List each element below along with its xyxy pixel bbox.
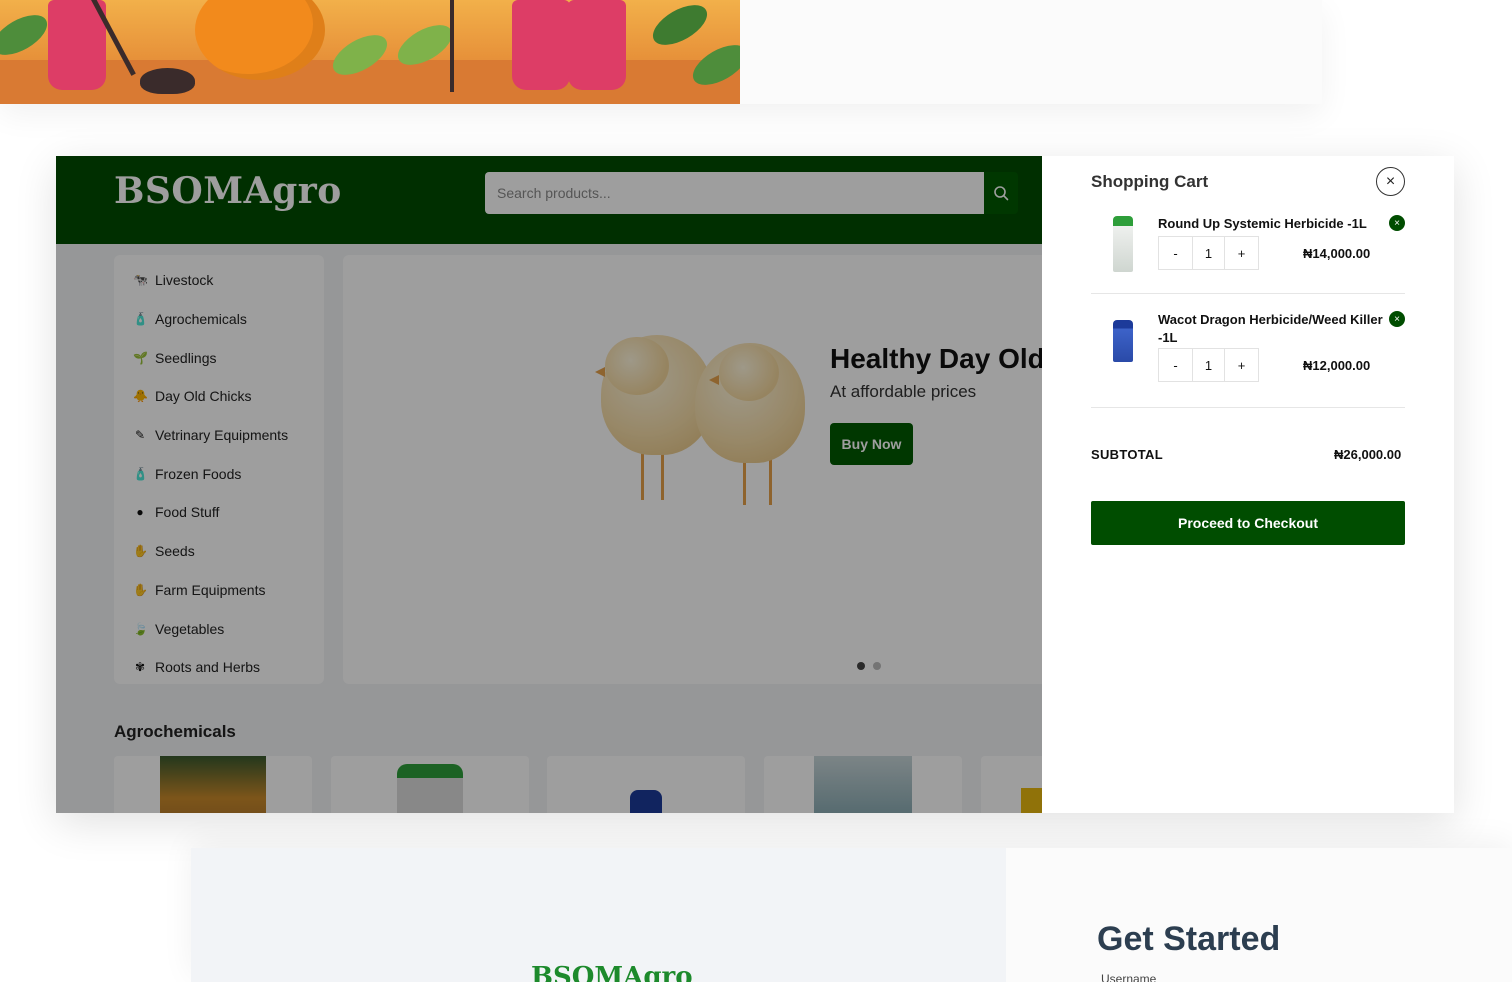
seed-hand-icon: ✋ [133, 544, 148, 559]
product-card[interactable] [114, 756, 312, 813]
sidebar-item-agrochemicals[interactable]: 🧴 Agrochemicals [114, 300, 324, 339]
product-image [160, 756, 266, 813]
close-icon: × [1394, 313, 1400, 325]
quantity-stepper: - 1 + [1158, 348, 1259, 382]
bottle-icon: 🧴 [133, 466, 148, 481]
quantity-value[interactable]: 1 [1192, 237, 1225, 269]
hero-subtitle: At affordable prices [830, 382, 977, 401]
quantity-value[interactable]: 1 [1192, 349, 1225, 381]
search-input[interactable] [485, 172, 984, 214]
sidebar-item-label: Vetrinary Equipments [155, 427, 289, 444]
sidebar-item-farm-equipments[interactable]: ✋ Farm Equipments [114, 571, 324, 610]
remove-item-button[interactable]: × [1389, 215, 1405, 231]
sidebar-item-seeds[interactable]: ✋ Seeds [114, 532, 324, 571]
sidebar-item-livestock[interactable]: 🐄 Livestock [114, 261, 324, 300]
increase-quantity-button[interactable]: + [1225, 237, 1258, 269]
sidebar-item-vetrinary-equipments[interactable]: ✎ Vetrinary Equipments [114, 416, 324, 455]
sidebar-item-day-old-chicks[interactable]: 🐥 Day Old Chicks [114, 377, 324, 416]
cart-item-price: ₦12,000.00 [1303, 358, 1371, 373]
close-icon: × [1385, 172, 1396, 190]
leaf-icon: 🍃 [133, 621, 148, 636]
livestock-icon: 🐄 [133, 273, 148, 288]
subtotal-label: SUBTOTAL [1091, 447, 1163, 462]
category-sidebar: 🐄 Livestock 🧴 Agrochemicals 🌱 Seedlings 🐥 Da… [114, 255, 324, 684]
sidebar-item-label: Frozen Foods [155, 465, 242, 482]
seed-hand-icon: ✋ [133, 582, 148, 597]
product-thumbnail [1113, 216, 1133, 272]
cart-item-name[interactable]: Round Up Systemic Herbicide -1L [1158, 215, 1383, 233]
seedling-icon: 🌱 [133, 350, 148, 365]
storefront-preview-card: BSOMAgro 🐄 Livestock 🧴 Agrochemicals 🌱 Seed… [56, 156, 1454, 813]
search-button[interactable] [984, 172, 1018, 214]
checkout-button[interactable]: Proceed to Checkout [1091, 501, 1405, 545]
product-thumbnail [1113, 320, 1133, 362]
sidebar-item-roots-and-herbs[interactable]: ✾ Roots and Herbs [114, 648, 324, 687]
sidebar-item-seedlings[interactable]: 🌱 Seedlings [114, 338, 324, 377]
product-image [814, 756, 912, 813]
herb-icon: ✾ [134, 660, 146, 675]
sidebar-item-food-stuff[interactable]: ● Food Stuff [114, 493, 324, 532]
sidebar-item-label: Livestock [155, 272, 214, 289]
bowl-icon: ● [136, 505, 144, 520]
sidebar-item-label: Vegetables [155, 620, 225, 637]
login-logo: BSOMAgro [531, 962, 693, 982]
bottle-icon: 🧴 [133, 312, 148, 327]
product-image [1021, 788, 1042, 813]
cart-item-price: ₦14,000.00 [1303, 246, 1371, 261]
decrease-quantity-button[interactable]: - [1159, 237, 1192, 269]
cart-item: Round Up Systemic Herbicide -1L × - 1 + … [1091, 208, 1405, 294]
sidebar-item-label: Food Stuff [155, 504, 220, 521]
carousel-dot[interactable] [873, 662, 881, 670]
login-preview-card: BSOMAgro Get Started Username [191, 848, 1512, 982]
close-cart-button[interactable]: × [1376, 167, 1405, 196]
quantity-stepper: - 1 + [1158, 236, 1259, 270]
product-card[interactable] [331, 756, 529, 813]
product-card[interactable] [764, 756, 962, 813]
carousel-dot-active[interactable] [857, 662, 865, 670]
farm-illustration [0, 0, 740, 104]
product-image [630, 790, 662, 813]
cart-item: Wacot Dragon Herbicide/Weed Killer -1L ×… [1091, 304, 1405, 408]
top-preview-card [0, 0, 1322, 104]
buy-now-button[interactable]: Buy Now [830, 423, 913, 465]
product-image [397, 764, 463, 813]
sidebar-item-label: Roots and Herbs [155, 659, 261, 676]
sidebar-item-vegetables[interactable]: 🍃 Vegetables [114, 609, 324, 648]
login-brand-panel: BSOMAgro [191, 848, 1006, 982]
close-icon: × [1394, 217, 1400, 229]
chick-icon: 🐥 [133, 389, 148, 404]
sidebar-item-frozen-foods[interactable]: 🧴 Frozen Foods [114, 454, 324, 493]
remove-item-button[interactable]: × [1389, 311, 1405, 327]
increase-quantity-button[interactable]: + [1225, 349, 1258, 381]
sidebar-item-label: Agrochemicals [155, 311, 247, 328]
syringe-icon: ✎ [134, 428, 146, 443]
search-icon [994, 186, 1009, 201]
section-title: Agrochemicals [114, 722, 236, 741]
search-bar [485, 172, 1018, 214]
cart-item-name[interactable]: Wacot Dragon Herbicide/Weed Killer -1L [1158, 311, 1383, 347]
site-header: BSOMAgro [56, 156, 1042, 244]
hero-title: Healthy Day Old [830, 343, 1042, 374]
cart-title: Shopping Cart [1091, 172, 1209, 191]
login-heading: Get Started [1097, 920, 1281, 958]
username-label: Username [1101, 972, 1157, 982]
decrease-quantity-button[interactable]: - [1159, 349, 1192, 381]
site-logo[interactable]: BSOMAgro [114, 170, 342, 212]
shopping-cart-drawer: Shopping Cart × Round Up Systemic Herbic… [1042, 156, 1454, 813]
product-card[interactable] [981, 756, 1042, 813]
product-card[interactable] [547, 756, 745, 813]
sidebar-item-label: Farm Equipments [155, 581, 266, 598]
hero-banner: Healthy Day Old At affordable prices Buy… [343, 255, 1042, 684]
sidebar-item-label: Seeds [155, 543, 195, 560]
sidebar-item-label: Day Old Chicks [155, 388, 252, 405]
storefront: BSOMAgro 🐄 Livestock 🧴 Agrochemicals 🌱 Seed… [56, 156, 1042, 813]
sidebar-item-label: Seedlings [155, 349, 217, 366]
subtotal-value: ₦26,000.00 [1334, 447, 1402, 462]
